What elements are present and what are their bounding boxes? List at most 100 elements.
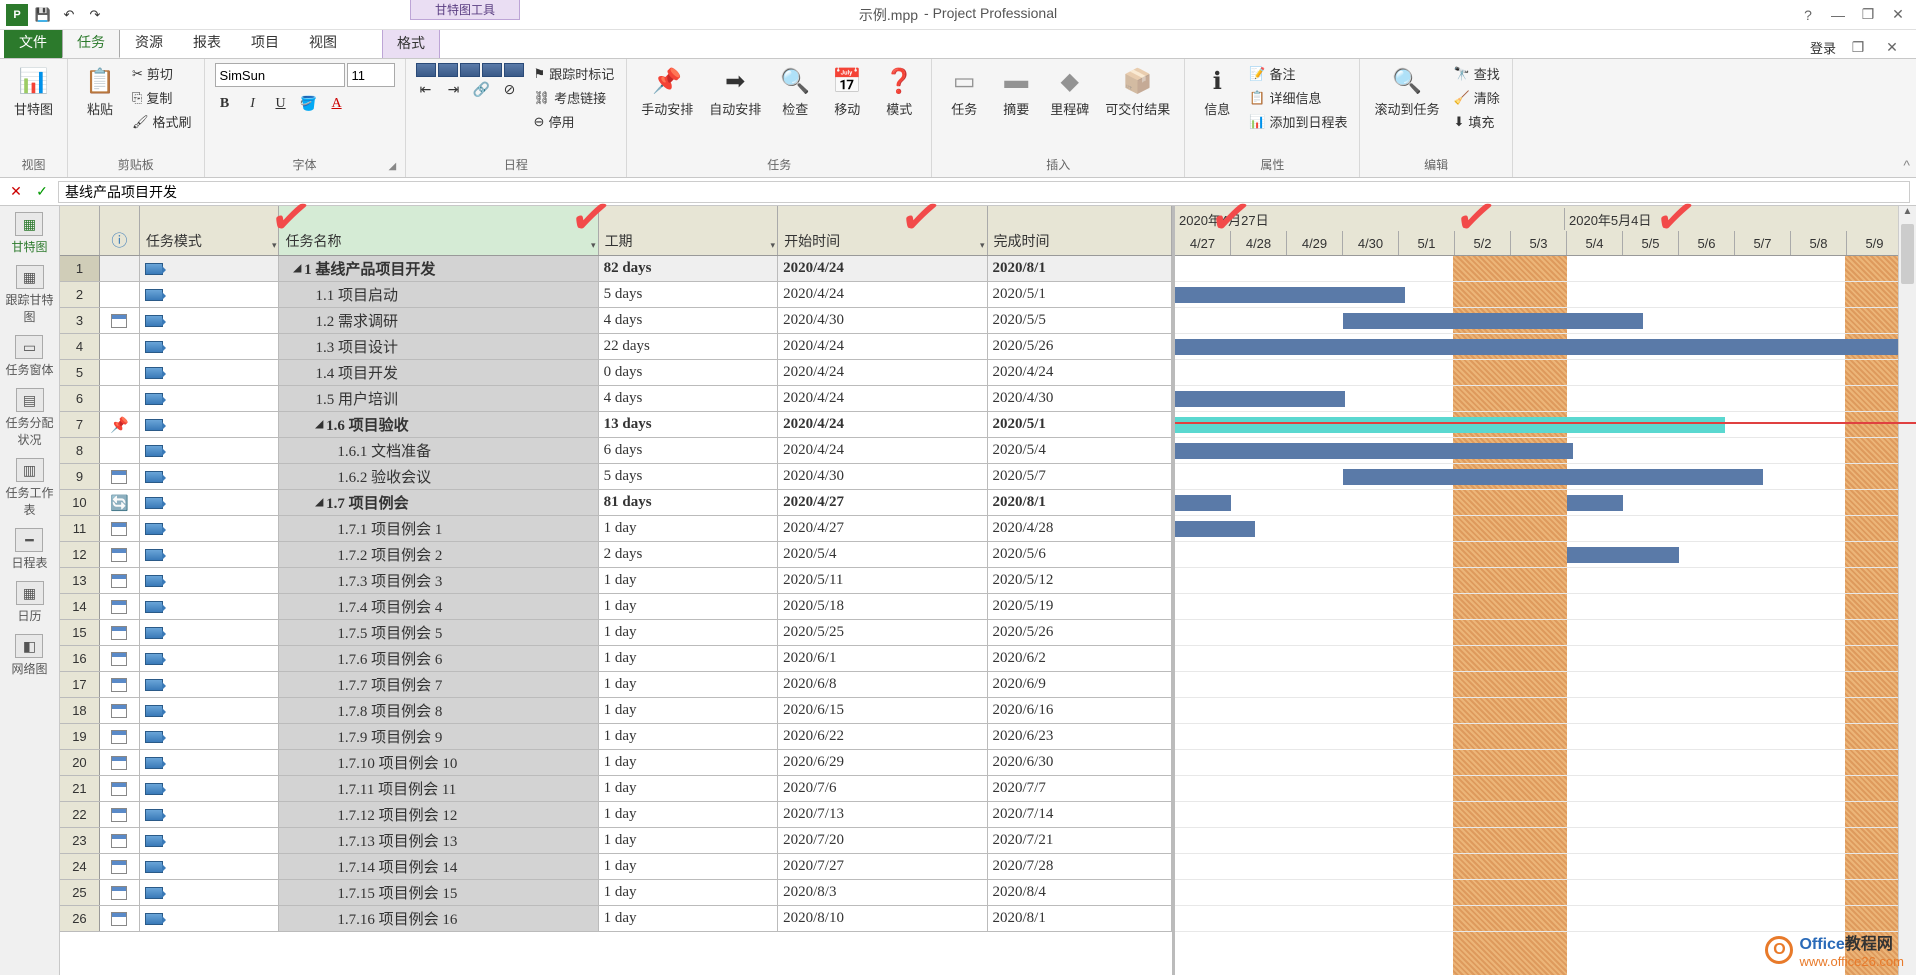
cell-name[interactable]: 1.7.7 项目例会 7 [279, 672, 598, 697]
cell-start[interactable]: 2020/4/24 [778, 334, 987, 359]
cell-start[interactable]: 2020/6/8 [778, 672, 987, 697]
cell-mode[interactable] [140, 438, 280, 463]
indent-button[interactable]: ⇥ [444, 80, 464, 100]
cell-info[interactable] [100, 620, 140, 645]
cell-mode[interactable] [140, 594, 280, 619]
table-row[interactable]: 31.2 需求调研4 days2020/4/302020/5/5 [60, 308, 1172, 334]
cell-start[interactable]: 2020/8/10 [778, 906, 987, 931]
cell-info[interactable] [100, 282, 140, 307]
row-number[interactable]: 17 [60, 672, 100, 697]
cell-duration[interactable]: 1 day [599, 802, 778, 827]
cell-finish[interactable]: 2020/4/30 [988, 386, 1172, 411]
viewbar-schedule[interactable]: ━日程表 [11, 528, 47, 571]
gantt-bar[interactable] [1175, 521, 1255, 537]
col-mode[interactable]: 任务模式▾ [140, 206, 280, 255]
cell-start[interactable]: 2020/8/3 [778, 880, 987, 905]
insert-summary-button[interactable]: ▬摘要 [994, 63, 1038, 120]
cell-duration[interactable]: 1 day [599, 880, 778, 905]
row-number[interactable]: 18 [60, 698, 100, 723]
cell-mode[interactable] [140, 334, 280, 359]
manual-schedule-button[interactable]: 📌手动安排 [637, 63, 697, 120]
minimize-icon[interactable]: — [1826, 4, 1850, 26]
cell-name[interactable]: 1.7.10 项目例会 10 [279, 750, 598, 775]
ribbon-window-icon[interactable]: ❐ [1846, 36, 1870, 58]
cell-finish[interactable]: 2020/7/7 [988, 776, 1172, 801]
cell-name[interactable]: 1.7.14 项目例会 14 [279, 854, 598, 879]
cell-info[interactable] [100, 438, 140, 463]
accept-entry-icon[interactable]: ✓ [32, 182, 52, 202]
links-button[interactable]: ⛓考虑链接 [532, 87, 617, 108]
link-button[interactable]: 🔗 [472, 80, 492, 100]
table-row[interactable]: 261.7.16 项目例会 161 day2020/8/102020/8/1 [60, 906, 1172, 932]
cell-name[interactable]: 1.7.5 项目例会 5 [279, 620, 598, 645]
gantt-bar[interactable] [1567, 547, 1679, 563]
row-number[interactable]: 5 [60, 360, 100, 385]
table-row[interactable]: 121.7.2 项目例会 22 days2020/5/42020/5/6 [60, 542, 1172, 568]
cell-info[interactable] [100, 308, 140, 333]
cell-start[interactable]: 2020/6/29 [778, 750, 987, 775]
percent-complete-buttons[interactable] [416, 63, 524, 77]
mode-button[interactable]: ❓模式 [877, 63, 921, 120]
cell-info[interactable] [100, 802, 140, 827]
cell-duration[interactable]: 0 days [599, 360, 779, 385]
fill-color-button[interactable]: 🪣 [299, 94, 319, 114]
cell-finish[interactable]: 2020/6/9 [988, 672, 1172, 697]
viewbar-network[interactable]: ◧网络图 [11, 634, 47, 677]
table-row[interactable]: 231.7.13 项目例会 131 day2020/7/202020/7/21 [60, 828, 1172, 854]
gantt-row[interactable] [1175, 438, 1916, 464]
cell-duration[interactable]: 1 day [599, 776, 778, 801]
gantt-view-button[interactable]: 📊 甘特图 [10, 63, 57, 120]
cell-finish[interactable]: 2020/5/6 [988, 542, 1172, 567]
cell-name[interactable]: 1.7.15 项目例会 15 [279, 880, 598, 905]
timeline-button[interactable]: 📊添加到日程表 [1247, 111, 1349, 132]
gantt-row[interactable] [1175, 386, 1916, 412]
gantt-row[interactable] [1175, 750, 1916, 776]
table-row[interactable]: 181.7.8 项目例会 81 day2020/6/152020/6/16 [60, 698, 1172, 724]
collapse-icon[interactable]: ◢ [315, 497, 323, 508]
cell-duration[interactable]: 1 day [599, 672, 778, 697]
cell-duration[interactable]: 5 days [599, 464, 778, 489]
gantt-row[interactable] [1175, 594, 1916, 620]
row-number[interactable]: 20 [60, 750, 100, 775]
cell-duration[interactable]: 1 day [599, 516, 778, 541]
restore-icon[interactable]: ❐ [1856, 4, 1880, 26]
table-row[interactable]: 91.6.2 验收会议5 days2020/4/302020/5/7 [60, 464, 1172, 490]
cell-finish[interactable]: 2020/5/19 [988, 594, 1172, 619]
gantt-row[interactable] [1175, 464, 1916, 490]
cell-mode[interactable] [140, 750, 280, 775]
cell-info[interactable] [100, 594, 140, 619]
disable-button[interactable]: ⊖停用 [532, 111, 617, 132]
tab-format[interactable]: 格式 [382, 27, 440, 58]
cell-name[interactable]: 1.2 需求调研 [279, 308, 598, 333]
cell-mode[interactable] [140, 256, 280, 281]
italic-button[interactable]: I [243, 94, 263, 114]
row-number[interactable]: 26 [60, 906, 100, 931]
cell-finish[interactable]: 2020/5/26 [988, 334, 1172, 359]
scroll-thumb[interactable] [1901, 224, 1914, 284]
tab-view[interactable]: 视图 [294, 26, 352, 58]
cell-duration[interactable]: 1 day [599, 854, 778, 879]
cell-finish[interactable]: 2020/5/1 [988, 412, 1172, 437]
cell-info[interactable]: 📌 [100, 412, 140, 437]
table-row[interactable]: 10🔄◢1.7 项目例会81 days2020/4/272020/8/1 [60, 490, 1172, 516]
cell-start[interactable]: 2020/5/18 [778, 594, 987, 619]
cell-duration[interactable]: 22 days [599, 334, 779, 359]
gantt-row[interactable] [1175, 672, 1916, 698]
cell-mode[interactable] [140, 724, 280, 749]
collapse-icon[interactable]: ◢ [293, 263, 301, 274]
row-number[interactable]: 14 [60, 594, 100, 619]
cell-name[interactable]: ◢1 基线产品项目开发 [279, 256, 598, 281]
cell-finish[interactable]: 2020/6/30 [988, 750, 1172, 775]
scroll-up-icon[interactable]: ▲ [1899, 206, 1916, 222]
cell-finish[interactable]: 2020/8/1 [988, 906, 1172, 931]
row-number[interactable]: 10 [60, 490, 100, 515]
table-row[interactable]: 41.3 项目设计22 days2020/4/242020/5/26 [60, 334, 1172, 360]
cell-name[interactable]: 1.7.2 项目例会 2 [279, 542, 598, 567]
info-button[interactable]: ℹ信息 [1195, 63, 1239, 120]
cell-finish[interactable]: 2020/5/1 [988, 282, 1172, 307]
outdent-button[interactable]: ⇤ [416, 80, 436, 100]
cell-info[interactable] [100, 724, 140, 749]
table-row[interactable]: 191.7.9 项目例会 91 day2020/6/222020/6/23 [60, 724, 1172, 750]
cell-mode[interactable] [140, 490, 280, 515]
table-row[interactable]: 21.1 项目启动5 days2020/4/242020/5/1 [60, 282, 1172, 308]
